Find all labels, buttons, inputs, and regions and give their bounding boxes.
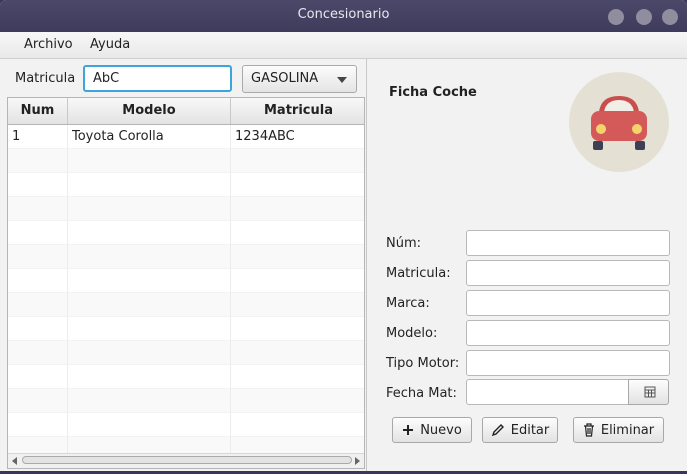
matricula-label: Matricula: [386, 266, 451, 281]
modelo-label: Modelo: [386, 326, 438, 341]
cell-num: 1 [8, 125, 68, 149]
matricula-filter-input[interactable] [83, 65, 232, 92]
editar-button[interactable]: Editar [482, 417, 558, 443]
nuevo-button[interactable]: Nuevo [392, 417, 472, 443]
modelo-field[interactable] [466, 320, 670, 346]
title-bar[interactable]: Concesionario [0, 0, 687, 32]
cars-table[interactable]: Num Modelo Matricula 1 Toyota Corolla 12… [7, 97, 365, 469]
horizontal-scrollbar[interactable] [8, 453, 364, 468]
cell-modelo: Toyota Corolla [68, 125, 231, 149]
table-body: 1 Toyota Corolla 1234ABC [8, 125, 364, 461]
table-row[interactable]: 1 Toyota Corolla 1234ABC [8, 125, 364, 149]
close-button[interactable] [662, 9, 678, 25]
calendar-icon [644, 386, 656, 398]
eliminar-label: Eliminar [600, 422, 655, 438]
table-row[interactable] [8, 149, 364, 173]
scroll-right-icon[interactable] [355, 457, 360, 465]
table-row[interactable] [8, 365, 364, 389]
detail-panel: Ficha Coche Núm: Matricula: Marca: Model… [369, 59, 687, 471]
fuel-type-select[interactable]: GASOLINA [242, 65, 357, 93]
column-header-matricula[interactable]: Matricula [231, 98, 364, 124]
marca-label: Marca: [386, 296, 430, 311]
cell-matricula: 1234ABC [235, 129, 295, 144]
table-row[interactable] [8, 341, 364, 365]
filter-label: Matricula [15, 71, 76, 86]
chevron-down-icon [337, 77, 347, 83]
menu-bar: Archivo Ayuda [0, 32, 687, 59]
fuel-type-value: GASOLINA [251, 71, 319, 86]
table-row[interactable] [8, 221, 364, 245]
plus-icon [403, 425, 414, 435]
table-row[interactable] [8, 293, 364, 317]
table-row[interactable] [8, 413, 364, 437]
pencil-icon [491, 424, 504, 437]
table-row[interactable] [8, 317, 364, 341]
trash-icon [583, 423, 594, 437]
num-field[interactable] [466, 230, 670, 256]
menu-ayuda[interactable]: Ayuda [90, 37, 130, 52]
tipo-motor-field[interactable] [466, 350, 670, 376]
date-picker-button[interactable] [628, 379, 669, 405]
app-window: Concesionario Archivo Ayuda Matricula GA… [0, 0, 687, 474]
num-label: Núm: [386, 236, 422, 251]
scroll-left-icon[interactable] [12, 457, 17, 465]
table-header: Num Modelo Matricula [8, 98, 364, 125]
column-header-num[interactable]: Num [8, 98, 68, 124]
table-row[interactable] [8, 245, 364, 269]
maximize-button[interactable] [636, 9, 652, 25]
fecha-mat-field[interactable] [466, 379, 629, 405]
matricula-field[interactable] [466, 260, 670, 286]
table-row[interactable] [8, 269, 364, 293]
minimize-button[interactable] [608, 9, 624, 25]
table-row[interactable] [8, 173, 364, 197]
table-row[interactable] [8, 389, 364, 413]
fecha-mat-label: Fecha Mat: [386, 386, 457, 401]
table-row[interactable] [8, 197, 364, 221]
list-panel: Matricula GASOLINA Num Modelo Matricula … [2, 59, 367, 471]
marca-field[interactable] [466, 290, 670, 316]
column-header-modelo[interactable]: Modelo [68, 98, 231, 124]
eliminar-button[interactable]: Eliminar [573, 417, 664, 443]
editar-label: Editar [510, 422, 550, 438]
car-image [569, 72, 669, 172]
scrollbar-thumb[interactable] [22, 456, 352, 464]
menu-archivo[interactable]: Archivo [24, 37, 73, 52]
car-icon [591, 96, 647, 150]
window-title: Concesionario [297, 7, 390, 22]
tipo-motor-label: Tipo Motor: [386, 356, 460, 371]
nuevo-label: Nuevo [420, 422, 462, 438]
detail-heading: Ficha Coche [389, 85, 477, 100]
